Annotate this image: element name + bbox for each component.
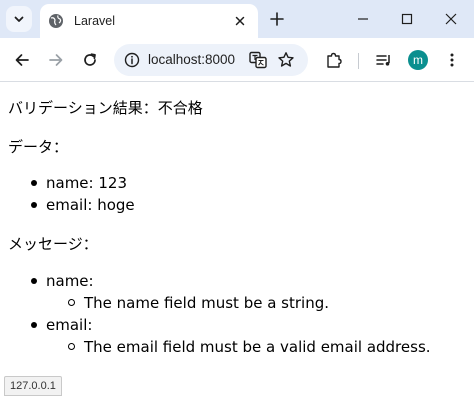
data-item-text: name: 123 — [46, 174, 127, 192]
maximize-button[interactable] — [392, 4, 422, 34]
minimize-icon — [358, 18, 368, 20]
data-list: name: 123 email: hoge — [0, 172, 135, 216]
extensions-button[interactable] — [320, 46, 348, 74]
list-item: The name field must be a string. — [0, 292, 431, 314]
list-item: name: 123 — [0, 172, 135, 194]
messages-list: name: The name field must be a string. e… — [0, 270, 431, 358]
url-text: localhost:8000 — [148, 52, 236, 67]
forward-button[interactable] — [42, 46, 70, 74]
more-vertical-icon — [450, 53, 454, 67]
page-content: バリデーション結果：不合格 データ： name: 123 email: hoge… — [0, 83, 474, 397]
maximize-icon — [401, 13, 413, 25]
validation-result: バリデーション結果：不合格 — [8, 99, 203, 117]
reload-icon — [84, 53, 96, 66]
toolbar-divider — [358, 53, 359, 69]
back-button[interactable] — [8, 46, 36, 74]
messages-heading: メッセージ： — [8, 235, 98, 253]
translate-button[interactable] — [244, 46, 272, 74]
message-field: email: — [46, 316, 93, 334]
new-tab-button[interactable] — [266, 8, 288, 30]
arrow-right-icon — [49, 54, 63, 66]
sub-bullet — [68, 299, 75, 306]
bullet — [31, 180, 37, 186]
data-heading: データ： — [8, 138, 69, 156]
site-info-icon[interactable] — [124, 52, 140, 72]
profile-avatar[interactable]: m — [408, 50, 428, 70]
list-item: email: — [0, 314, 431, 336]
tab-laravel[interactable]: Laravel — [40, 4, 258, 38]
menu-button[interactable] — [438, 46, 466, 74]
chevron-down-icon — [14, 16, 24, 22]
close-icon — [445, 13, 457, 25]
bookmark-button[interactable] — [272, 46, 300, 74]
tab-title: Laravel — [74, 14, 115, 28]
playlist-icon — [376, 55, 390, 66]
sub-bullet — [68, 343, 75, 350]
status-bar: 127.0.0.1 — [4, 376, 62, 396]
reading-list-button[interactable] — [370, 46, 398, 74]
data-item-text: email: hoge — [46, 196, 135, 214]
close-tab-icon[interactable] — [230, 11, 250, 31]
star-icon — [278, 52, 294, 67]
translate-icon — [249, 51, 267, 69]
list-item: The email field must be a valid email ad… — [0, 336, 431, 358]
minimize-button[interactable] — [348, 4, 378, 34]
message-text: The name field must be a string. — [84, 294, 329, 312]
list-item: email: hoge — [0, 194, 135, 216]
browser-toolbar: localhost:8000 m — [0, 38, 474, 82]
list-item: name: — [0, 270, 431, 292]
bullet — [31, 202, 37, 208]
arrow-left-icon — [15, 54, 29, 66]
tab-search-button[interactable] — [6, 6, 32, 32]
puzzle-icon — [327, 52, 342, 68]
bullet — [31, 322, 37, 328]
tab-strip: Laravel — [0, 0, 474, 38]
reload-button[interactable] — [76, 46, 104, 74]
globe-icon — [49, 14, 63, 28]
close-window-button[interactable] — [436, 4, 466, 34]
message-text: The email field must be a valid email ad… — [84, 338, 431, 356]
plus-icon — [270, 12, 284, 26]
message-field: name: — [46, 272, 94, 290]
bullet — [31, 278, 37, 284]
